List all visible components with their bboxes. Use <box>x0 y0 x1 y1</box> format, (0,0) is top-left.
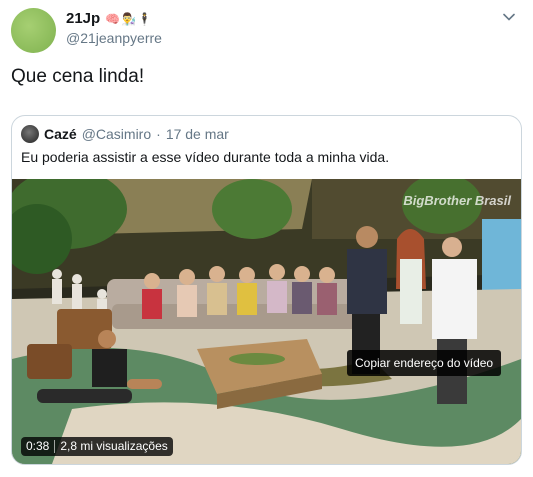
quoted-tweet[interactable]: Cazé @Casimiro · 17 de mar Eu poderia as… <box>11 115 522 465</box>
author-handle[interactable]: @21jeanpyerre <box>66 30 162 46</box>
avatar[interactable] <box>11 8 56 53</box>
video-views: 2,8 mi visualizações <box>60 439 168 453</box>
video-info-badge: 0:38 2,8 mi visualizações <box>21 437 173 456</box>
name-emojis: 🧠👨‍🔬🕴 <box>105 11 154 26</box>
meta-separator: · <box>156 126 161 142</box>
chevron-down-icon[interactable] <box>501 10 517 26</box>
quoted-tweet-text: Eu poderia assistir a esse vídeo durante… <box>21 149 390 165</box>
video-duration: 0:38 <box>26 439 50 453</box>
quoted-avatar <box>21 125 39 143</box>
author-display-name[interactable]: 21Jp <box>66 10 100 27</box>
tweet-text: Que cena linda! <box>11 66 145 87</box>
quoted-tweet-header: Cazé @Casimiro · 17 de mar <box>21 125 229 143</box>
video-watermark: BigBrother Brasil <box>403 193 511 208</box>
author-name-row: 21Jp 🧠👨‍🔬🕴 <box>66 10 153 27</box>
quoted-handle: @Casimiro <box>81 126 152 142</box>
quoted-date: 17 de mar <box>165 126 229 142</box>
quoted-display-name: Cazé <box>44 126 77 142</box>
video-player[interactable]: BigBrother Brasil Copiar endereço do víd… <box>12 179 521 464</box>
copy-video-address-menu-item[interactable]: Copiar endereço do vídeo <box>347 350 502 376</box>
video-frame <box>12 179 521 464</box>
